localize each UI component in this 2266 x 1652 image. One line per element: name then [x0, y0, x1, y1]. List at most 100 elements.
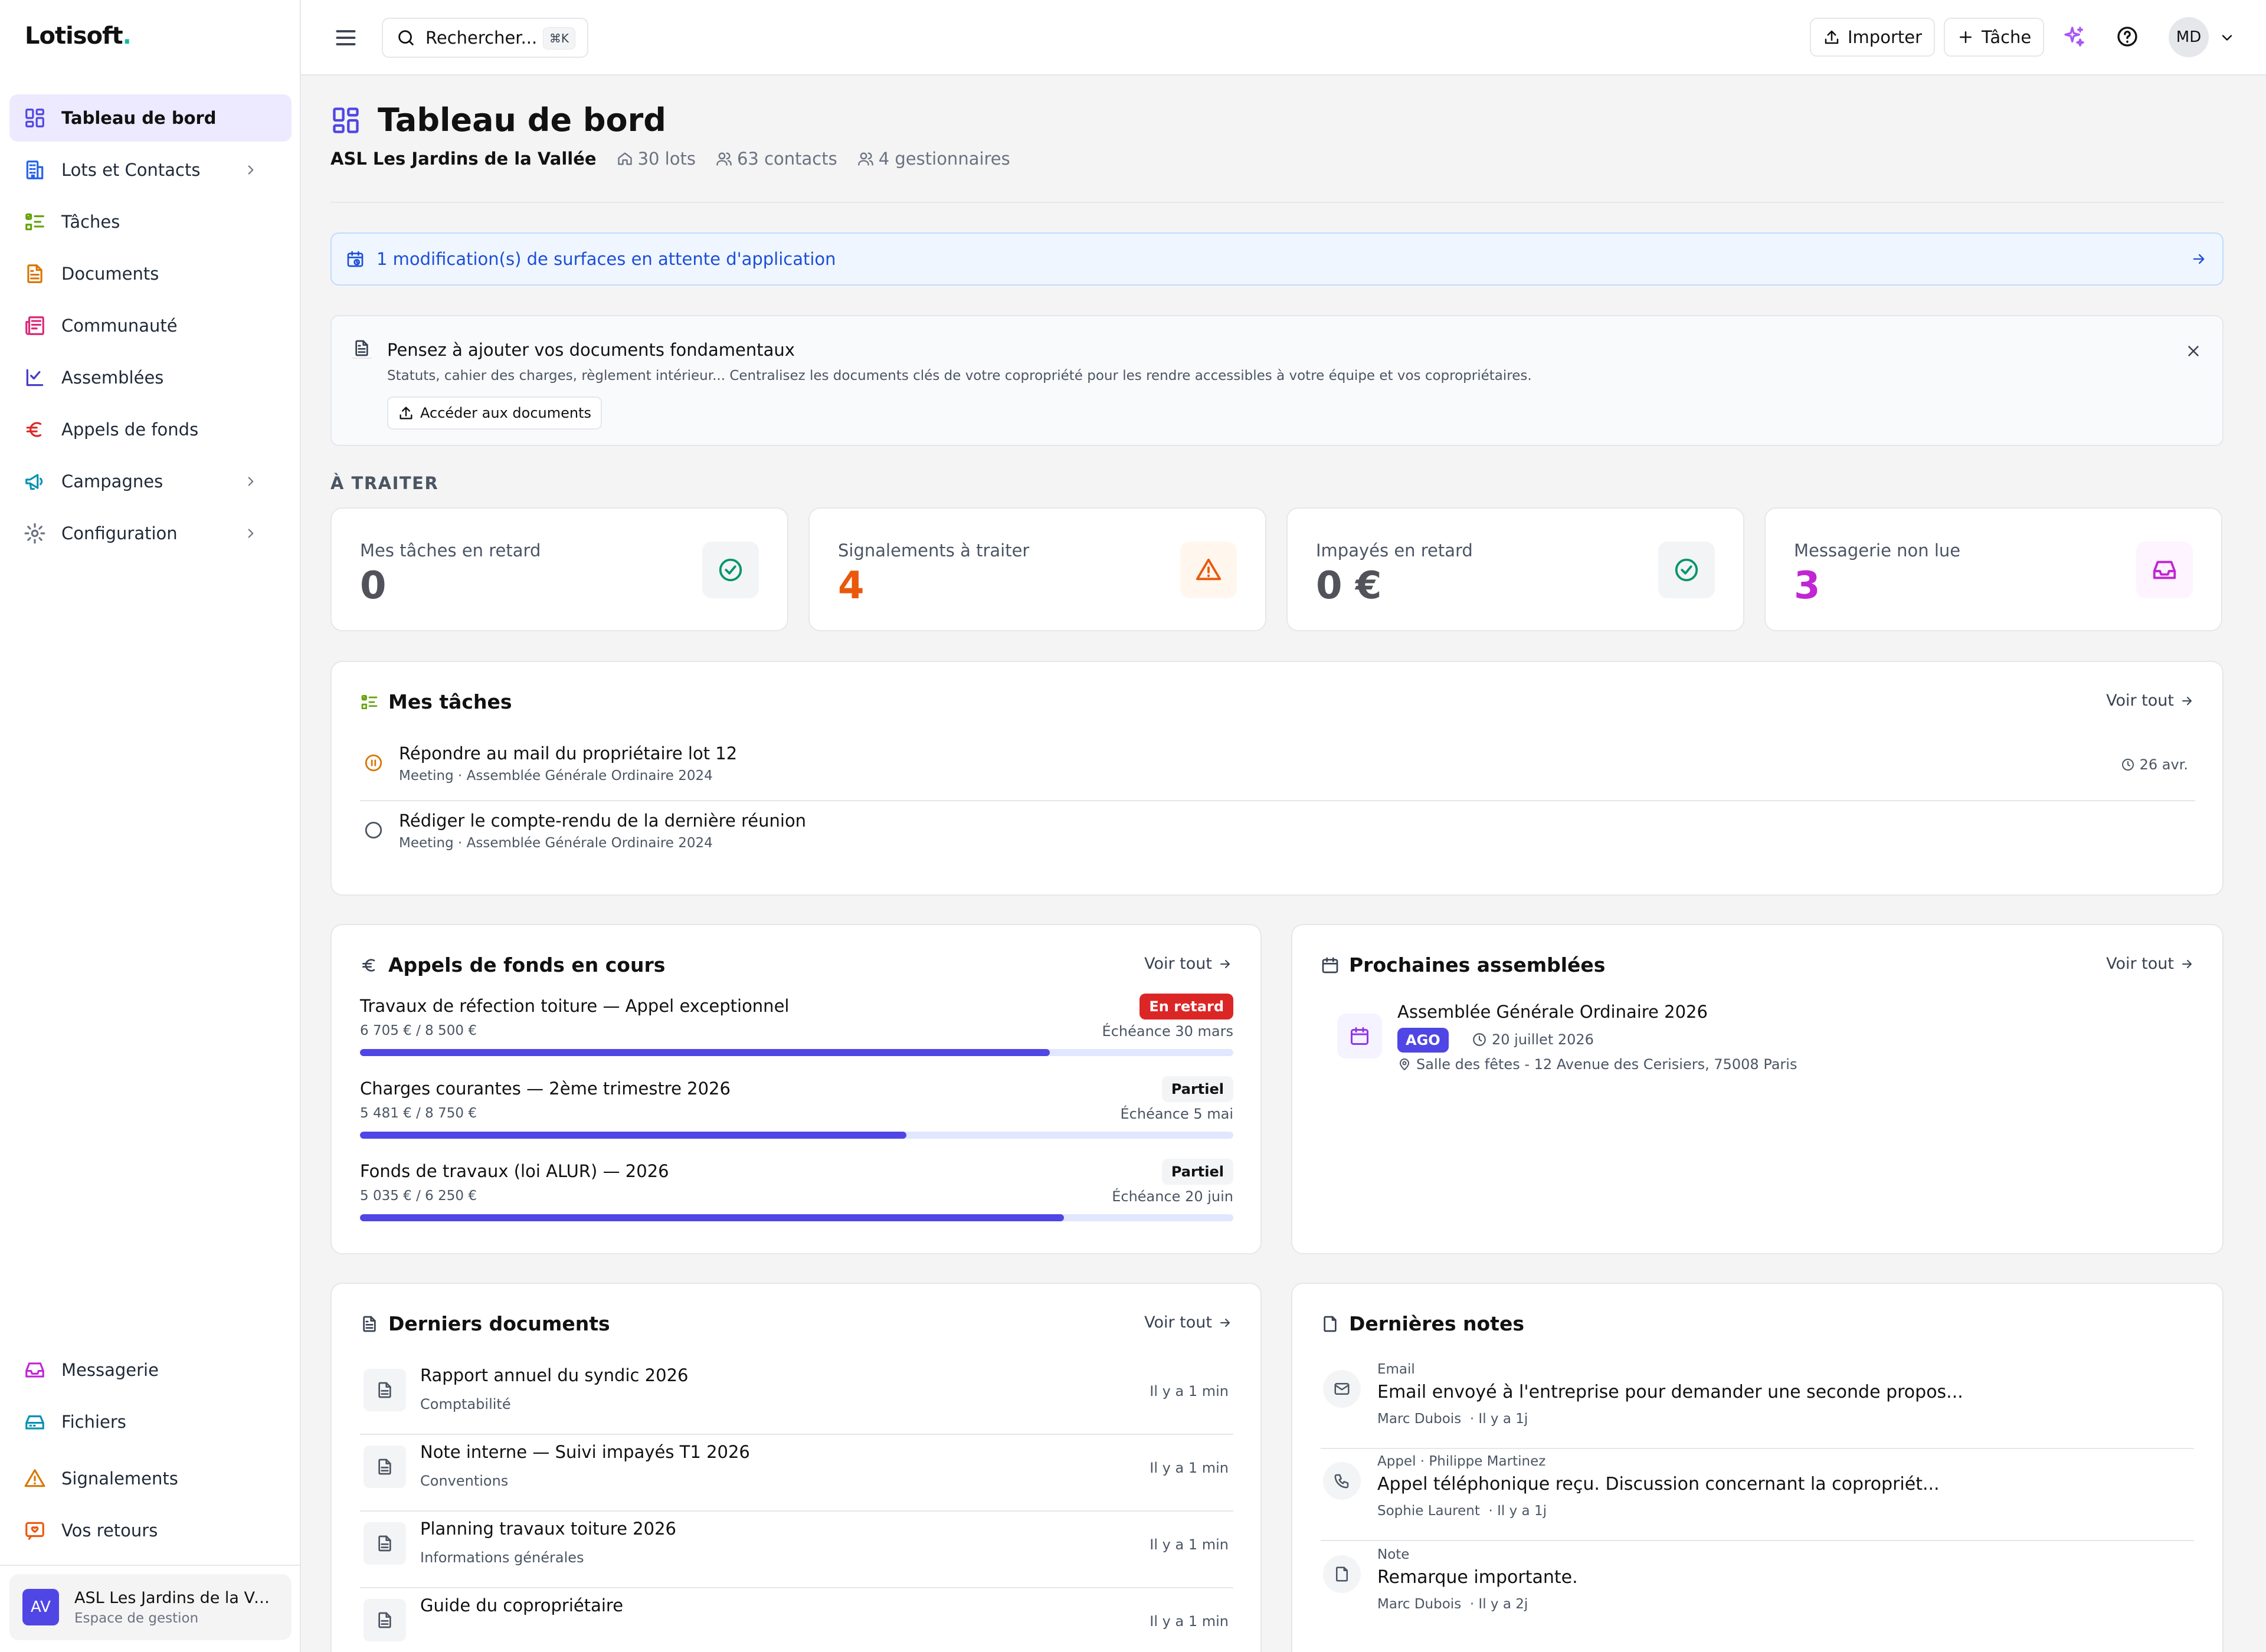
assembly-item[interactable]: Assemblée Générale Ordinaire 2026 AGO 20… — [1321, 1002, 2194, 1084]
feedback-icon — [24, 1519, 46, 1542]
sidebar-item-lots-contacts[interactable]: Lots et Contacts — [9, 146, 292, 194]
arrow-right-icon — [1218, 957, 1232, 971]
drive-icon — [24, 1411, 46, 1433]
go-to-documents-button[interactable]: Accéder aux documents — [387, 396, 602, 430]
sidebar-item-label: Signalements — [61, 1469, 178, 1489]
document-row[interactable]: Planning travaux toiture 2026 Informatio… — [360, 1512, 1233, 1588]
circle-icon[interactable] — [364, 820, 384, 840]
vote-icon — [24, 366, 46, 389]
stat-card-unpaid[interactable]: Impayés en retard 0 € — [1286, 507, 1744, 631]
clock-icon — [2121, 758, 2135, 772]
mail-icon — [1333, 1380, 1351, 1398]
card-title: Dernières notes — [1321, 1312, 1524, 1335]
sidebar-item-tasks[interactable]: Tâches — [9, 198, 292, 245]
arrow-right-icon — [1218, 1316, 1232, 1330]
note-item[interactable]: Email Email envoyé à l'entreprise pour d… — [1321, 1357, 2194, 1449]
sidebar-item-fund-calls[interactable]: Appels de fonds — [9, 406, 292, 453]
document-row[interactable]: Note interne — Suivi impayés T1 2026 Con… — [360, 1435, 1233, 1512]
document-icon — [24, 263, 46, 285]
stat-card-reports[interactable]: Signalements à traiter 4 — [808, 507, 1266, 631]
warning-icon — [1195, 556, 1222, 584]
sidebar-item-feedback[interactable]: Vos retours — [9, 1507, 292, 1554]
sidebar-item-dashboard[interactable]: Tableau de bord — [9, 94, 292, 142]
card-title: Appels de fonds en cours — [360, 953, 665, 976]
sidebar-item-label: Fichiers — [61, 1412, 126, 1432]
page-subtitle: ASL Les Jardins de la Vallée 30 lots 63 … — [330, 149, 1030, 169]
task-row[interactable]: Rédiger le compte-rendu de la dernière r… — [360, 801, 2195, 868]
add-task-button[interactable]: Tâche — [1944, 18, 2045, 57]
sidebar-item-messaging[interactable]: Messagerie — [9, 1346, 292, 1394]
stat-card-unread-messages[interactable]: Messagerie non lue 3 — [1764, 507, 2222, 631]
workspace-switcher[interactable]: AV ASL Les Jardins de la Vallée Espace d… — [9, 1574, 292, 1640]
reminder-title: Pensez à ajouter vos documents fondament… — [387, 340, 795, 360]
view-all-link[interactable]: Voir tout — [1144, 955, 1232, 973]
note-author: Marc Dubois — [1377, 1597, 1462, 1612]
tasks-icon — [360, 693, 379, 712]
fund-call-amount: 5 035 € / 6 250 € — [360, 1188, 477, 1204]
sidebar-item-assemblies[interactable]: Assemblées — [9, 354, 292, 401]
sidebar-item-configuration[interactable]: Configuration — [9, 510, 292, 557]
note-author: Marc Dubois — [1377, 1411, 1462, 1427]
note-item[interactable]: Appel · Philippe Martinez Appel téléphon… — [1321, 1449, 2194, 1541]
map-pin-icon — [1397, 1057, 1412, 1071]
clock-icon — [1472, 1032, 1487, 1047]
progress-bar — [360, 1132, 1233, 1139]
sidebar-item-campaigns[interactable]: Campagnes — [9, 458, 292, 505]
document-row[interactable]: Guide du copropriétaire Il y a 1 min — [360, 1588, 1233, 1652]
view-all-link[interactable]: Voir tout — [1144, 1313, 1232, 1332]
chevron-down-icon[interactable] — [2219, 30, 2235, 46]
sidebar-item-community[interactable]: Communauté — [9, 302, 292, 349]
search-placeholder: Rechercher... — [425, 28, 538, 48]
close-icon[interactable] — [2185, 342, 2202, 360]
surface-changes-alert[interactable]: 1 modification(s) de surfaces en attente… — [330, 232, 2224, 286]
arrow-right-icon — [2180, 694, 2194, 708]
note-item[interactable]: Note Remarque importante. Marc Dubois · … — [1321, 1542, 2194, 1634]
card-title-text: Prochaines assemblées — [1349, 953, 1606, 976]
my-tasks-card: Mes tâches Voir tout Répondre au mail du… — [330, 661, 2224, 896]
file-icon — [375, 1611, 394, 1630]
sidebar-item-documents[interactable]: Documents — [9, 250, 292, 297]
sidebar-item-label: Tâches — [61, 212, 120, 232]
document-category: Conventions — [420, 1473, 509, 1489]
pause-circle-icon[interactable] — [364, 753, 384, 773]
app-logo[interactable]: Lotisoft. — [25, 22, 132, 50]
sidebar-item-label: Assemblées — [61, 368, 164, 388]
stat-value: 0 € — [1316, 564, 1382, 608]
stat-value: 3 — [1794, 564, 1820, 608]
latest-documents-card: Derniers documents Voir tout Rapport ann… — [330, 1283, 1262, 1652]
sparkles-icon[interactable] — [2062, 25, 2086, 48]
fund-call-title: Fonds de travaux (loi ALUR) — 2026 — [360, 1161, 669, 1181]
task-subtitle: Meeting · Assemblée Générale Ordinaire 2… — [399, 835, 713, 851]
document-time: Il y a 1 min — [1150, 1613, 1229, 1630]
note-time: · Il y a 2j — [1469, 1597, 1528, 1612]
fund-call-row[interactable]: Fonds de travaux (loi ALUR) — 2026 Parti… — [360, 1159, 1233, 1244]
sidebar-item-label: Vos retours — [61, 1520, 158, 1540]
check-circle-icon — [1673, 556, 1700, 584]
help-icon[interactable] — [2116, 25, 2139, 48]
view-all-label: Voir tout — [2106, 955, 2174, 973]
note-time: · Il y a 1j — [1469, 1411, 1528, 1427]
task-row[interactable]: Répondre au mail du propriétaire lot 12 … — [360, 734, 2195, 801]
user-avatar[interactable]: MD — [2169, 17, 2209, 57]
sidebar-item-files[interactable]: Fichiers — [9, 1398, 292, 1446]
org-name: ASL Les Jardins de la Vallée — [330, 149, 597, 169]
fund-call-row[interactable]: Travaux de réfection toiture — Appel exc… — [360, 994, 1233, 1079]
fund-call-due: Échéance 5 mai — [1120, 1106, 1234, 1122]
sidebar-item-reports[interactable]: Signalements — [9, 1455, 292, 1502]
stat-card-overdue-tasks[interactable]: Mes tâches en retard 0 — [330, 507, 788, 631]
contacts-count: 63 contacts — [736, 149, 837, 169]
menu-icon[interactable] — [333, 25, 359, 51]
document-row[interactable]: Rapport annuel du syndic 2026 Comptabili… — [360, 1358, 1233, 1435]
note-type-icon-box — [1323, 1555, 1361, 1593]
dashboard-icon — [24, 107, 46, 129]
search-input[interactable]: Rechercher... ⌘K — [382, 18, 588, 58]
view-all-link[interactable]: Voir tout — [2106, 691, 2194, 710]
fund-call-row[interactable]: Charges courantes — 2ème trimestre 2026 … — [360, 1076, 1234, 1161]
view-all-link[interactable]: Voir tout — [2106, 955, 2194, 973]
stat-icon-box — [1658, 542, 1715, 598]
page-title: Tableau de bord — [378, 101, 666, 139]
inbox-icon — [2151, 556, 2178, 584]
newspaper-icon — [24, 314, 46, 337]
task-subtitle: Meeting · Assemblée Générale Ordinaire 2… — [399, 768, 713, 784]
import-button[interactable]: Importer — [1810, 18, 1936, 57]
